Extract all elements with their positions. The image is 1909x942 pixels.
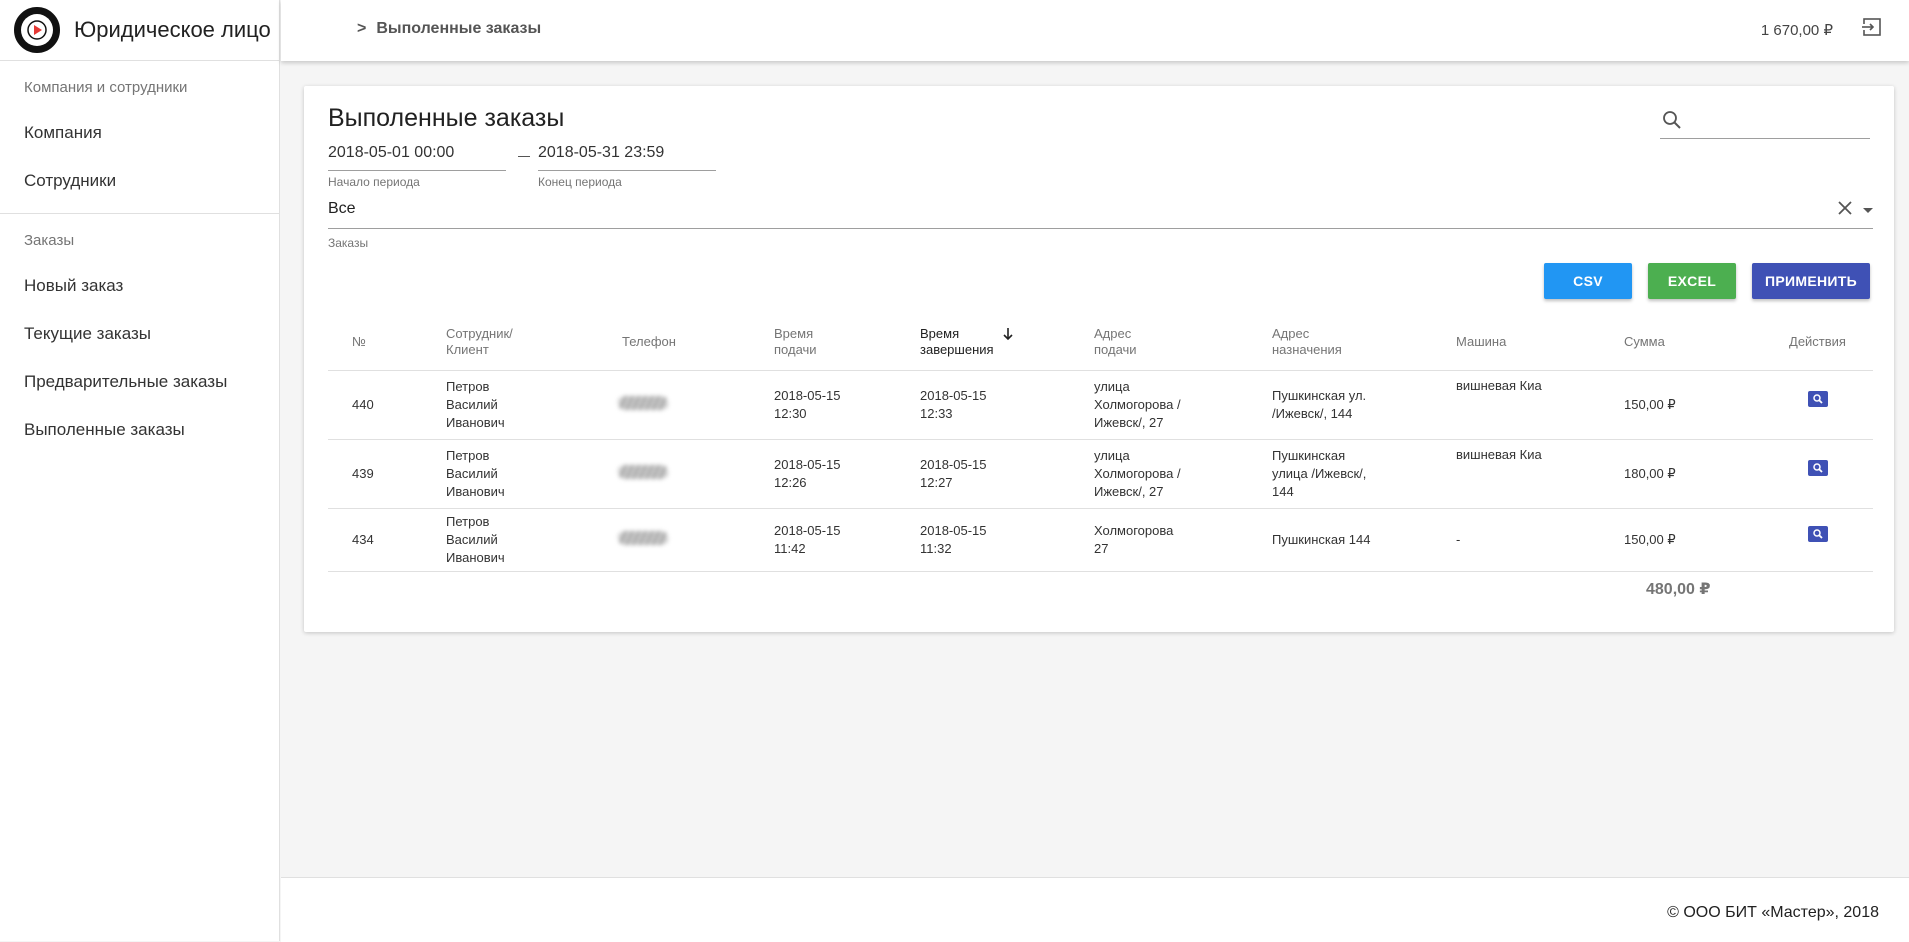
col-header-phone[interactable]: Телефон <box>622 314 774 371</box>
cell-num: 440 <box>328 370 446 440</box>
brand-title: Юридическое лицо <box>74 17 271 42</box>
blurred-phone <box>618 395 668 410</box>
cell-actions <box>1762 370 1873 440</box>
blurred-phone <box>618 464 668 479</box>
date-range-dash <box>518 156 530 157</box>
cell-car: вишневая Киа <box>1456 439 1624 509</box>
arrow-down-icon[interactable] <box>1002 327 1014 345</box>
cell-sum: 150,00 ₽ <box>1624 508 1762 572</box>
cell-pickup-time: 2018-05-15 12:26 <box>774 439 920 509</box>
cell-sum: 180,00 ₽ <box>1624 439 1762 509</box>
cell-finish-time: 2018-05-15 12:33 <box>920 370 1094 440</box>
view-order-button[interactable] <box>1807 390 1828 407</box>
cell-pickup-address: улица Холмогорова / Ижевск/, 27 <box>1094 439 1272 509</box>
col-header-num[interactable]: № <box>328 314 446 371</box>
cell-sum: 150,00 ₽ <box>1624 370 1762 440</box>
col-header-pickup-address[interactable]: Адрес подачи <box>1094 314 1272 371</box>
sidebar-item-new-order[interactable]: Новый заказ <box>0 262 279 310</box>
cell-finish-time: 2018-05-15 11:32 <box>920 508 1094 572</box>
table-row[interactable]: 440 Петров Василий Иванович 2018-05-15 12:3… <box>328 370 1873 440</box>
cell-phone <box>618 508 774 572</box>
balance: 1 670,00 ₽ <box>1760 22 1833 39</box>
search-icon <box>1812 528 1823 539</box>
cell-pickup-address: Холмогорова 27 <box>1094 508 1272 572</box>
copyright: © ООО БИТ «Мастер», 2018 <box>1667 904 1879 921</box>
cell-destination: Пушкинская ул./Ижевск/, 144 <box>1272 370 1456 440</box>
search-input[interactable] <box>1690 108 1864 134</box>
csv-button[interactable]: CSV <box>1544 263 1632 299</box>
top-bar: > Выполенные заказы 1 670,00 ₽ <box>281 0 1909 61</box>
footer: © ООО БИТ «Мастер», 2018 <box>281 877 1909 942</box>
search-icon <box>1812 393 1823 404</box>
sidebar-item-preorders[interactable]: Предварительные заказы <box>0 358 279 406</box>
breadcrumb-current[interactable]: Выполенные заказы <box>376 20 541 37</box>
apply-button[interactable]: ПРИМЕНИТЬ <box>1752 263 1870 299</box>
orders-total: 480,00 ₽ <box>1646 581 1711 598</box>
col-header-sum[interactable]: Сумма <box>1624 314 1762 371</box>
cell-pickup-time: 2018-05-15 11:42 <box>774 508 920 572</box>
cell-phone <box>618 439 774 509</box>
orders-select-value: Все <box>328 200 356 217</box>
blurred-phone <box>618 530 668 545</box>
orders-card: Выполенные заказы Начало периода Конец п… <box>304 86 1894 632</box>
cell-actions <box>1762 508 1873 572</box>
cell-employee: Петров Василий Иванович <box>446 370 622 440</box>
cell-finish-time: 2018-05-15 12:27 <box>920 439 1094 509</box>
col-header-employee[interactable]: Сотрудник/Клиент <box>446 314 622 371</box>
orders-select-label: Заказы <box>328 236 369 250</box>
view-order-button[interactable] <box>1807 525 1828 542</box>
clear-icon[interactable] <box>1837 200 1853 221</box>
play-icon <box>27 20 47 40</box>
end-date-label: Конец периода <box>538 175 622 189</box>
start-date-input[interactable] <box>328 140 506 166</box>
sidebar-item-current-orders[interactable]: Текущие заказы <box>0 310 279 358</box>
section-title-company: Компания и сотрудники <box>24 79 188 96</box>
table-row[interactable]: 439 Петров Василий Иванович 2018-05-15 12:2… <box>328 439 1873 509</box>
table-row[interactable]: 434 Петров Василий Иванович 2018-05-15 11:4… <box>328 508 1873 572</box>
search-icon <box>1663 111 1681 129</box>
cell-pickup-address: улица Холмогорова / Ижевск/, 27 <box>1094 370 1272 440</box>
start-date-label: Начало периода <box>328 175 420 189</box>
sidebar-item-employees[interactable]: Сотрудники <box>0 157 279 205</box>
cell-employee: Петров Василий Иванович <box>446 439 622 509</box>
end-date-input[interactable] <box>538 140 716 166</box>
excel-button[interactable]: EXCEL <box>1648 263 1736 299</box>
dropdown-arrow-icon[interactable] <box>1863 208 1873 213</box>
sidebar: Юридическое лицо Компания и сотрудники К… <box>0 0 280 941</box>
cell-num: 434 <box>328 508 446 572</box>
col-header-car[interactable]: Машина <box>1456 314 1624 371</box>
search-field[interactable] <box>1660 104 1870 139</box>
col-header-actions: Действия <box>1762 314 1873 371</box>
breadcrumb-separator: > <box>357 20 367 37</box>
cell-destination: Пушкинская улица /Ижевск/, 144 <box>1272 439 1456 509</box>
section-title-orders: Заказы <box>24 232 75 249</box>
col-header-finish-time[interactable]: Время завершения <box>920 314 1094 371</box>
nav-group-company: Компания и сотрудники Компания Сотрудник… <box>0 61 279 214</box>
orders-select[interactable]: Все <box>328 196 1873 229</box>
col-header-pickup-time[interactable]: Время подачи <box>774 314 920 371</box>
sidebar-item-completed-orders[interactable]: Выполенные заказы <box>0 406 279 454</box>
brand: Юридическое лицо <box>0 0 279 61</box>
table-header-row: № Сотрудник/Клиент Телефон Время подачи В… <box>328 314 1873 371</box>
col-header-destination[interactable]: Адрес назначения <box>1272 314 1456 371</box>
search-icon <box>1812 462 1823 473</box>
cell-phone <box>618 370 774 440</box>
cell-destination: Пушкинская 144 <box>1272 508 1456 572</box>
cell-actions <box>1762 439 1873 509</box>
cell-employee: Петров Василий Иванович <box>446 508 622 572</box>
orders-table: № Сотрудник/Клиент Телефон Время подачи В… <box>328 314 1873 572</box>
view-order-button[interactable] <box>1807 459 1828 476</box>
logout-icon[interactable] <box>1861 16 1883 38</box>
nav-group-orders: Заказы Новый заказ Текущие заказы Предва… <box>0 214 279 454</box>
logo <box>14 7 60 53</box>
page-title: Выполенные заказы <box>328 104 565 132</box>
start-date-field[interactable] <box>328 140 506 171</box>
end-date-field[interactable] <box>538 140 716 171</box>
cell-pickup-time: 2018-05-15 12:30 <box>774 370 920 440</box>
cell-num: 439 <box>328 439 446 509</box>
cell-car: - <box>1456 508 1624 572</box>
cell-car: вишневая Киа <box>1456 370 1624 440</box>
sidebar-item-company[interactable]: Компания <box>0 109 279 157</box>
breadcrumb: > Выполенные заказы <box>357 20 541 38</box>
